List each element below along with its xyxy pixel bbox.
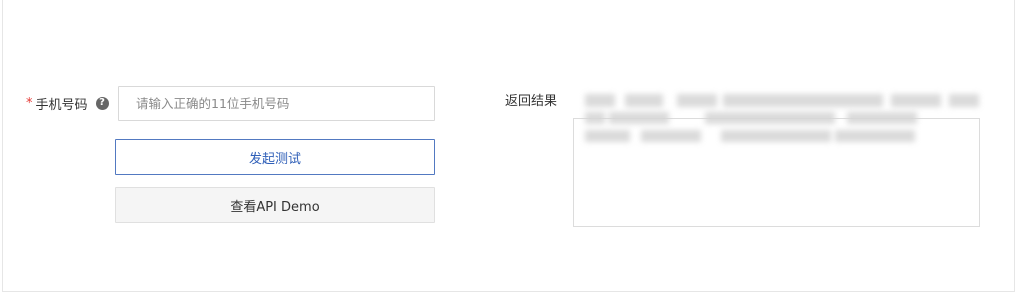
start-test-button[interactable]: 发起测试 [115, 139, 435, 175]
result-label: 返回结果 [505, 94, 558, 109]
blur-block [847, 112, 917, 124]
phone-label-text: 手机号码 [35, 97, 88, 113]
blur-block [891, 94, 941, 107]
required-mark: * [26, 95, 33, 111]
view-api-demo-button[interactable]: 查看API Demo [115, 187, 435, 223]
blur-block [609, 112, 669, 124]
blur-block [705, 112, 835, 124]
blur-block [585, 130, 630, 142]
blur-block [721, 130, 831, 142]
blur-block [585, 94, 615, 107]
blur-block [641, 130, 701, 142]
blur-block [949, 94, 979, 107]
blur-block [835, 130, 915, 142]
blur-block [625, 94, 663, 107]
phone-field-label: * 手机号码 ? [26, 93, 109, 113]
start-test-label: 发起测试 [248, 151, 301, 167]
phone-number-input[interactable] [118, 86, 435, 121]
blurred-result-content [585, 88, 980, 152]
blur-block [585, 112, 605, 124]
blur-block [677, 94, 717, 107]
blur-block [723, 94, 883, 107]
question-circle-icon[interactable]: ? [95, 96, 109, 110]
view-api-demo-label: 查看API Demo [230, 199, 320, 215]
